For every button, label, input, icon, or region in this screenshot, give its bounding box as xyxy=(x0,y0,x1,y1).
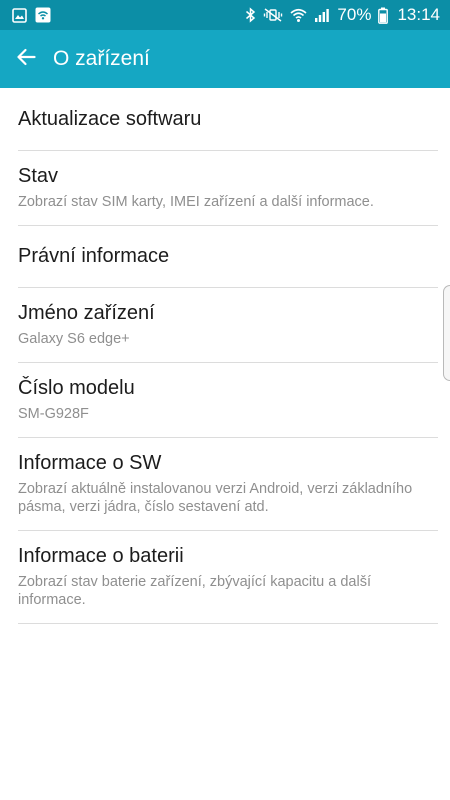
settings-item-battery-info[interactable]: Informace o baterii Zobrazí stav baterie… xyxy=(18,531,438,624)
settings-item-device-name[interactable]: Jméno zařízení Galaxy S6 edge+ xyxy=(18,288,438,363)
settings-item-subtitle: SM-G928F xyxy=(18,406,89,422)
settings-item-software-info[interactable]: Informace o SW Zobrazí aktuálně instalov… xyxy=(18,438,438,531)
back-button[interactable] xyxy=(0,30,52,88)
settings-item-subtitle: Zobrazí stav baterie zařízení, zbývající… xyxy=(18,574,371,608)
battery-icon xyxy=(378,7,389,24)
settings-item-legal-info[interactable]: Právní informace xyxy=(18,226,438,288)
settings-item-title: Jméno zařízení xyxy=(18,302,155,324)
page-title: O zařízení xyxy=(53,47,150,70)
clock: 13:14 xyxy=(397,5,440,24)
edge-panel-handle[interactable] xyxy=(443,285,450,381)
wifi-hotspot-notification-icon xyxy=(35,7,51,23)
arrow-left-icon xyxy=(16,48,36,71)
wifi-icon xyxy=(290,7,307,23)
settings-item-software-update[interactable]: Aktualizace softwaru xyxy=(18,88,438,151)
battery-percentage: 70% xyxy=(337,5,372,24)
settings-item-title: Aktualizace softwaru xyxy=(18,107,202,130)
settings-item-title: Stav xyxy=(18,165,59,187)
settings-item-status[interactable]: Stav Zobrazí stav SIM karty, IMEI zaříze… xyxy=(18,151,438,226)
vibrate-mute-icon xyxy=(263,7,283,23)
settings-list: Aktualizace softwaru Stav Zobrazí stav S… xyxy=(0,88,450,624)
signal-icon xyxy=(314,7,330,23)
status-bar-notifications xyxy=(12,7,51,23)
status-bar: 70% 13:14 xyxy=(0,0,450,30)
settings-item-subtitle: Zobrazí aktuálně instalovanou verzi Andr… xyxy=(18,481,413,515)
bluetooth-icon xyxy=(245,7,256,23)
settings-item-title: Informace o SW xyxy=(18,452,162,474)
settings-item-title: Právní informace xyxy=(18,245,170,267)
status-bar-system: 70% 13:14 xyxy=(245,5,440,25)
settings-item-model-number[interactable]: Číslo modelu SM-G928F xyxy=(18,363,438,438)
action-bar: O zařízení xyxy=(0,30,450,88)
settings-item-subtitle: Galaxy S6 edge+ xyxy=(18,331,130,347)
settings-item-subtitle: Zobrazí stav SIM karty, IMEI zařízení a … xyxy=(18,194,374,210)
settings-item-title: Informace o baterii xyxy=(18,545,184,567)
gallery-notification-icon xyxy=(12,7,27,23)
settings-item-title: Číslo modelu xyxy=(18,377,135,399)
